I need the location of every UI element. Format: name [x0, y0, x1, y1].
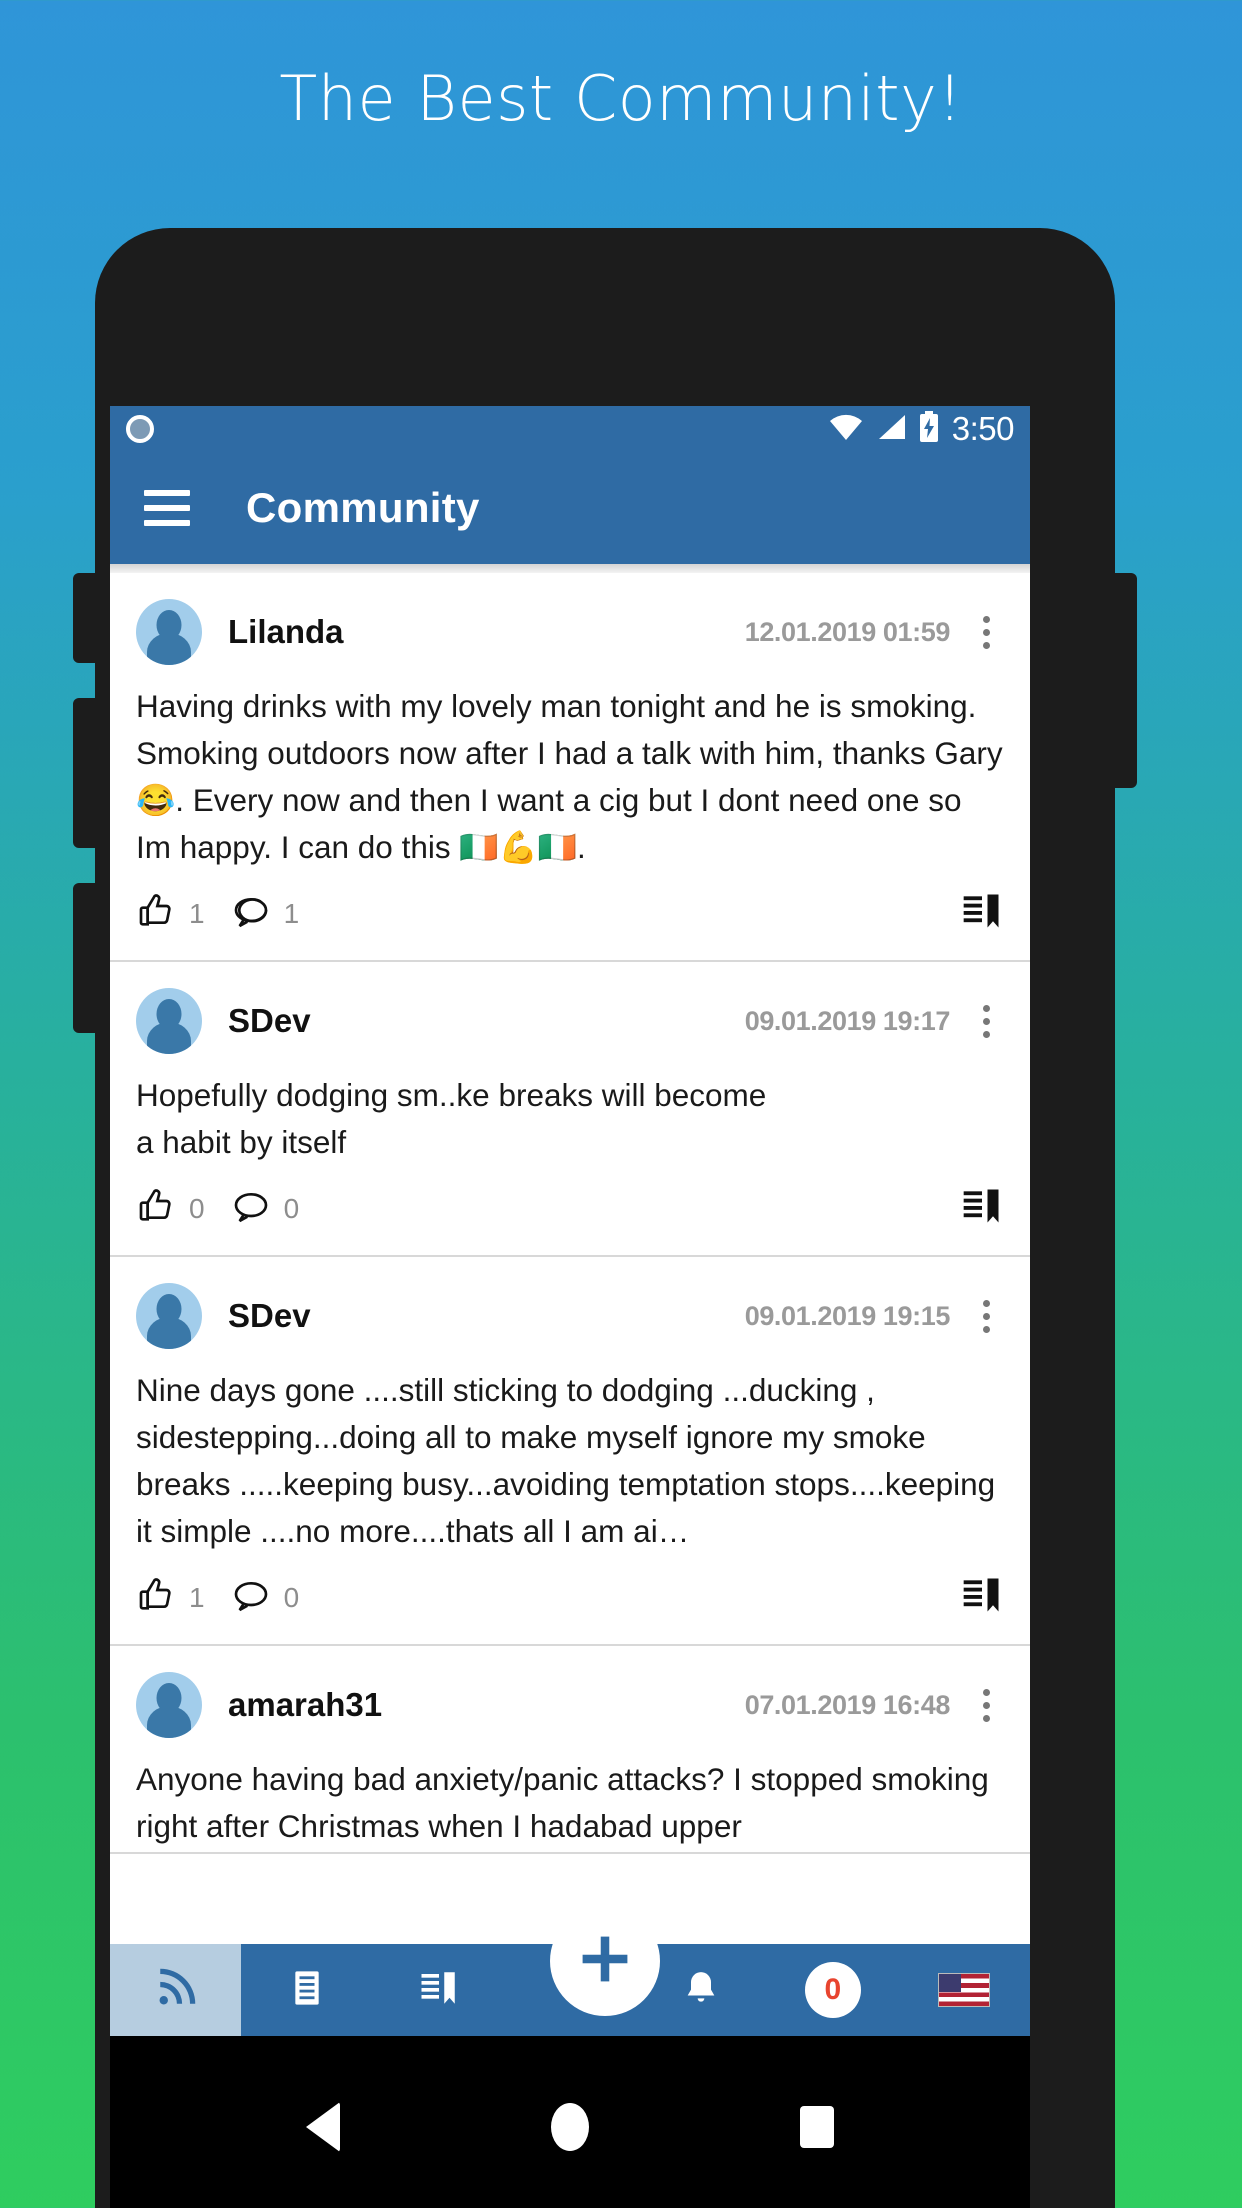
- post-actions: 0 0: [136, 1168, 1004, 1255]
- signal-icon: [875, 413, 907, 446]
- plus-icon: [573, 1927, 637, 1996]
- post-actions: 1 1: [136, 873, 1004, 960]
- post-author[interactable]: SDev: [228, 1002, 311, 1040]
- post-overflow-menu-icon[interactable]: [968, 1004, 1004, 1038]
- comment-bubble-icon: [231, 891, 271, 936]
- comment-count: 1: [283, 897, 300, 929]
- like-button[interactable]: 1: [136, 891, 205, 936]
- nav-item-messages[interactable]: 0: [767, 1944, 898, 2036]
- status-bar: 3:50: [110, 406, 1030, 452]
- post-timestamp: 09.01.2019 19:17: [744, 1005, 951, 1036]
- like-count: 0: [189, 1192, 205, 1224]
- post-header: SDev 09.01.2019 19:15: [136, 1257, 1004, 1361]
- android-navigation-bar: [110, 2036, 1030, 2208]
- phone-frame: 3:50 Community Lilanda 12.01.2019 01:59: [73, 228, 1137, 2208]
- post-body: Hopefully dodging sm..ke breaks will bec…: [136, 1077, 767, 1160]
- phone-side-button-power: [1113, 573, 1137, 788]
- comment-bubble-icon: [231, 1575, 271, 1620]
- create-post-fab[interactable]: [550, 1906, 660, 2016]
- post-author[interactable]: Lilanda: [228, 613, 344, 651]
- messages-badge: 0: [804, 1962, 861, 2018]
- thumbs-up-icon: [136, 891, 176, 936]
- nav-item-feed[interactable]: [110, 1944, 242, 2036]
- post-item[interactable]: amarah31 07.01.2019 16:48 Anyone having …: [110, 1646, 1030, 1854]
- avatar[interactable]: [136, 1672, 202, 1738]
- like-button[interactable]: 0: [136, 1186, 205, 1231]
- feed-icon: [155, 1967, 197, 2014]
- phone-side-button-mute: [73, 573, 97, 663]
- comment-bubble-icon: [231, 1186, 271, 1231]
- home-circle-icon[interactable]: [550, 2103, 589, 2151]
- post-overflow-menu-icon[interactable]: [968, 1299, 1004, 1333]
- phone-screen: 3:50 Community Lilanda 12.01.2019 01:59: [110, 406, 1030, 2036]
- articles-icon: [287, 1967, 327, 2014]
- back-triangle-icon[interactable]: [305, 2102, 340, 2152]
- avatar[interactable]: [136, 599, 202, 665]
- post-body: Having drinks with my lovely man tonight…: [136, 688, 1003, 865]
- post-header: Lilanda 12.01.2019 01:59: [136, 573, 1004, 677]
- app-bar-shadow: [110, 564, 1030, 573]
- post-header: SDev 09.01.2019 19:17: [136, 962, 1004, 1066]
- post-author[interactable]: SDev: [228, 1297, 311, 1335]
- post-item[interactable]: SDev 09.01.2019 19:17 Hopefully dodging …: [110, 962, 1030, 1257]
- comment-button[interactable]: 0: [231, 1575, 300, 1620]
- post-item[interactable]: SDev 09.01.2019 19:15 Nine days gone ...…: [110, 1257, 1030, 1646]
- nav-item-articles[interactable]: [241, 1944, 372, 2036]
- like-count: 1: [189, 1581, 205, 1613]
- post-timestamp: 07.01.2019 16:48: [744, 1689, 951, 1720]
- hamburger-icon[interactable]: [144, 490, 190, 526]
- bookmark-icon[interactable]: [960, 1184, 1004, 1233]
- community-feed: Lilanda 12.01.2019 01:59 Having drinks w…: [110, 573, 1030, 1854]
- app-bar-title: Community: [246, 484, 480, 531]
- like-button[interactable]: 1: [136, 1575, 205, 1620]
- post-timestamp: 09.01.2019 19:15: [744, 1300, 951, 1331]
- status-bar-clock: 3:50: [951, 410, 1015, 447]
- phone-side-button-volume-up: [73, 698, 97, 848]
- avatar[interactable]: [136, 988, 202, 1054]
- nav-item-language[interactable]: [899, 1944, 1030, 2036]
- post-timestamp: 12.01.2019 01:59: [744, 616, 951, 647]
- thumbs-up-icon: [136, 1186, 176, 1231]
- wifi-icon: [828, 413, 864, 446]
- post-overflow-menu-icon[interactable]: [968, 615, 1004, 649]
- page-title: The Best Community!: [279, 62, 963, 135]
- post-body: Nine days gone ....still sticking to dod…: [136, 1372, 996, 1549]
- battery-charging-icon: [918, 410, 940, 448]
- post-body: Anyone having bad anxiety/panic attacks?…: [136, 1761, 989, 1844]
- bookmark-icon[interactable]: [960, 889, 1004, 938]
- notifications-bell-icon: [681, 1967, 721, 2014]
- avatar[interactable]: [136, 1283, 202, 1349]
- comment-button[interactable]: 0: [231, 1186, 300, 1231]
- bookmark-icon[interactable]: [960, 1573, 1004, 1622]
- front-camera-icon: [126, 415, 154, 443]
- post-overflow-menu-icon[interactable]: [968, 1688, 1004, 1722]
- post-actions: 1 0: [136, 1557, 1004, 1644]
- comment-count: 0: [283, 1581, 300, 1613]
- comment-count: 0: [283, 1192, 300, 1224]
- recents-square-icon[interactable]: [800, 2106, 835, 2148]
- app-bar: Community: [110, 452, 1030, 564]
- language-flag-icon: [938, 1973, 991, 2007]
- post-header: amarah31 07.01.2019 16:48: [136, 1646, 1004, 1750]
- comment-button[interactable]: 1: [231, 891, 300, 936]
- post-author[interactable]: amarah31: [228, 1686, 382, 1724]
- bookmarks-icon: [418, 1967, 460, 2014]
- like-count: 1: [189, 897, 205, 929]
- thumbs-up-icon: [136, 1575, 176, 1620]
- phone-side-button-volume-down: [73, 883, 97, 1033]
- post-item[interactable]: Lilanda 12.01.2019 01:59 Having drinks w…: [110, 573, 1030, 962]
- nav-item-bookmarks[interactable]: [373, 1944, 504, 2036]
